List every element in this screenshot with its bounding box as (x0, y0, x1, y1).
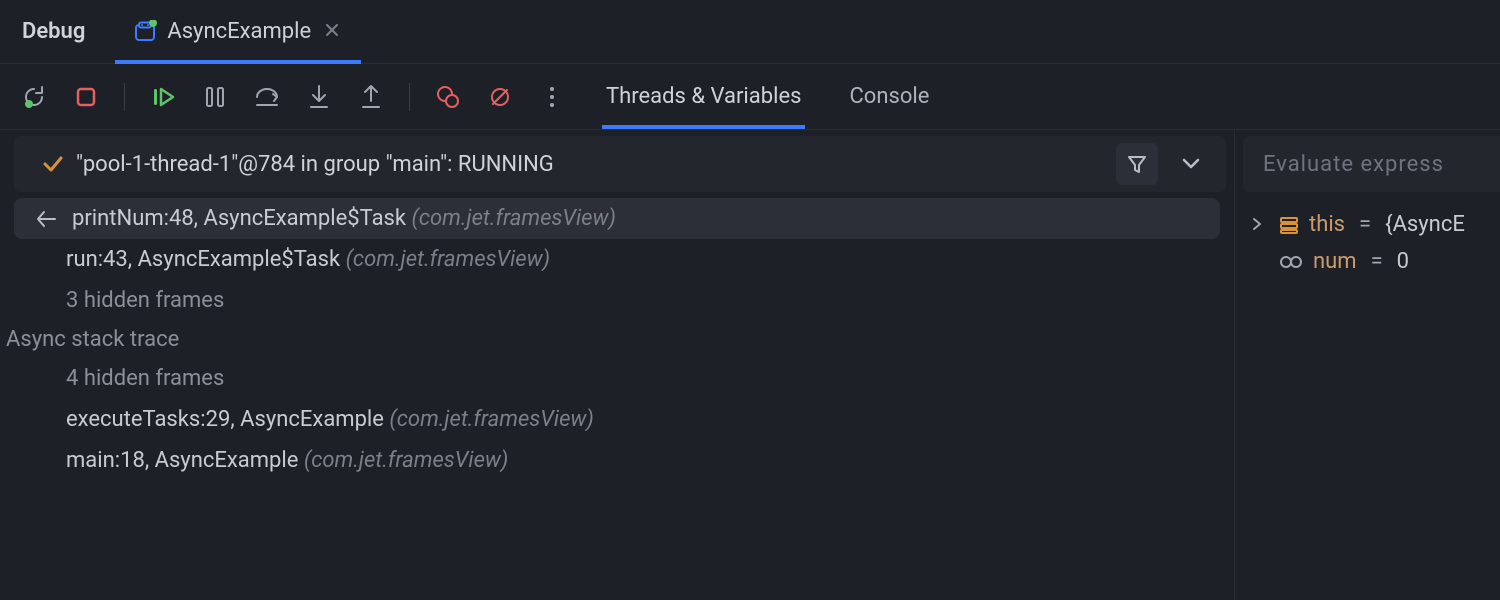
variable-value: 0 (1397, 249, 1409, 274)
more-button[interactable] (538, 83, 566, 111)
stack-frame[interactable]: executeTasks:29, AsyncExample (com.jet.f… (0, 399, 1234, 440)
stack-frame[interactable]: run:43, AsyncExample$Task (com.jet.frame… (0, 239, 1234, 280)
tool-window-title: Debug (0, 19, 115, 44)
run-config-tab[interactable]: AsyncExample (115, 0, 361, 63)
close-icon[interactable] (321, 17, 343, 46)
variable-row[interactable]: this = {{AsyncEAsyncE (1251, 206, 1500, 243)
variable-name: this (1309, 212, 1345, 237)
object-icon (1279, 215, 1299, 235)
rerun-button[interactable] (20, 83, 48, 111)
stop-button[interactable] (72, 83, 100, 111)
frame-text: run:43, AsyncExample$Task (66, 247, 340, 272)
frames-list: printNum:48, AsyncExample$Task (com.jet.… (0, 198, 1234, 600)
pause-button[interactable] (201, 83, 229, 111)
variable-row[interactable]: num = 0 (1251, 243, 1500, 280)
hidden-frames-label[interactable]: 3 hidden frames (0, 280, 1234, 321)
separator (409, 83, 410, 111)
filter-button[interactable] (1116, 143, 1158, 185)
resume-button[interactable] (149, 83, 177, 111)
frame-package: (com.jet.framesView) (389, 407, 593, 432)
debugger-main: "pool-1-thread-1"@784 in group "main": R… (0, 130, 1500, 600)
mute-breakpoints-button[interactable] (486, 83, 514, 111)
separator (124, 83, 125, 111)
hidden-frames-label[interactable]: 4 hidden frames (0, 358, 1234, 399)
step-over-button[interactable] (253, 83, 281, 111)
stack-frame[interactable]: main:18, AsyncExample (com.jet.framesVie… (0, 440, 1234, 481)
stack-frame[interactable]: printNum:48, AsyncExample$Task (com.jet.… (14, 198, 1220, 239)
debugger-subtabs: Threads & Variables Console (602, 64, 933, 129)
frame-package: (com.jet.framesView) (412, 206, 616, 231)
frame-package: (com.jet.framesView) (346, 247, 550, 272)
tab-console[interactable]: Console (845, 64, 933, 129)
variables-panel: Evaluate express this = {{AsyncEAsyncE n… (1235, 130, 1500, 600)
variable-value: {{AsyncEAsyncE (1385, 212, 1465, 237)
tab-threads-variables[interactable]: Threads & Variables (602, 64, 805, 129)
thread-text: "pool-1-thread-1"@784 in group "main": R… (76, 152, 554, 177)
watch-icon (1279, 255, 1303, 269)
frame-text: executeTasks:29, AsyncExample (66, 407, 384, 432)
check-icon (42, 153, 64, 175)
chevron-down-icon[interactable] (1170, 143, 1212, 185)
variable-name: num (1313, 249, 1357, 274)
step-into-button[interactable] (305, 83, 333, 111)
frame-package: (com.jet.framesView) (304, 448, 508, 473)
frame-text: main:18, AsyncExample (66, 448, 298, 473)
debug-tool-window-header: Debug AsyncExample (0, 0, 1500, 64)
thread-selector[interactable]: "pool-1-thread-1"@784 in group "main": R… (14, 136, 1226, 192)
frames-panel: "pool-1-thread-1"@784 in group "main": R… (0, 130, 1235, 600)
debugger-toolbar: Threads & Variables Console (0, 64, 1500, 130)
app-icon (133, 20, 157, 44)
drop-frame-icon (36, 208, 58, 230)
frame-text: printNum:48, AsyncExample$Task (72, 206, 406, 231)
step-out-button[interactable] (357, 83, 385, 111)
run-config-tab-label: AsyncExample (167, 19, 311, 44)
chevron-right-icon[interactable] (1251, 212, 1269, 237)
evaluate-expression-input[interactable]: Evaluate express (1243, 136, 1500, 192)
async-stack-trace-label: Async stack trace (0, 321, 1234, 358)
view-breakpoints-button[interactable] (434, 83, 462, 111)
variables-list: this = {{AsyncEAsyncE num = 0 (1235, 198, 1500, 280)
